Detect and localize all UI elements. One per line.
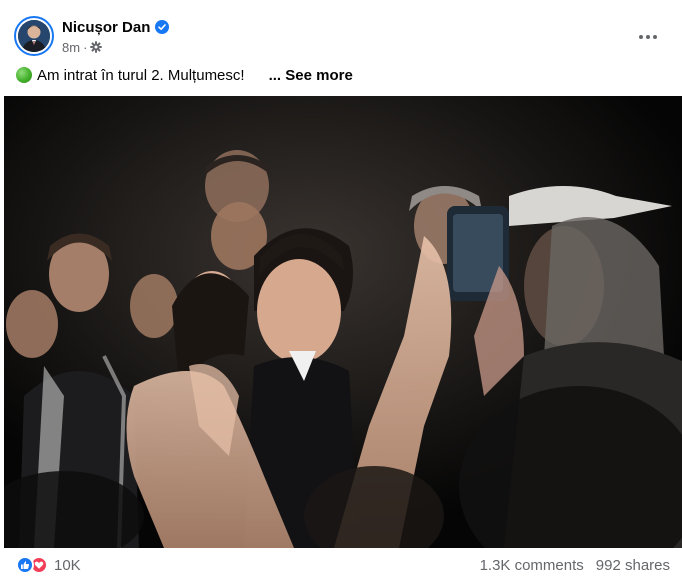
post-photo[interactable] [4,96,682,548]
post-text: Am intrat în turul 2. Mulțumesc! [37,66,245,84]
gear-icon[interactable] [90,41,103,53]
post-stats: 1.3K comments 992 shares [480,557,670,574]
reaction-count: 10K [54,556,81,574]
meta-separator: · [83,39,88,55]
green-circle-emoji [16,67,32,83]
shares-count-link[interactable]: 992 shares [596,557,670,574]
post-text-row: Am intrat în turul 2. Mulțumesc! ... See… [16,64,353,86]
see-more-link[interactable]: ... See more [269,67,353,84]
post-card: Nicușor Dan 8m · Am intrat în turul 2. M… [0,0,682,582]
avatar-photo [18,20,50,52]
author-block: Nicușor Dan 8m · [62,17,170,56]
reactions-summary[interactable]: 10K [16,556,81,574]
more-options-button[interactable] [632,20,664,52]
photo-scene [4,96,682,548]
author-name[interactable]: Nicușor Dan [62,19,150,36]
post-footer: 10K 1.3K comments 992 shares [16,552,670,578]
post-header: Nicușor Dan 8m · [14,16,668,56]
comments-count-link[interactable]: 1.3K comments [480,557,584,574]
like-icon [16,556,34,574]
verified-icon [155,20,170,34]
more-icon [638,27,658,45]
avatar[interactable] [14,16,54,56]
post-timestamp[interactable]: 8m [62,40,80,55]
